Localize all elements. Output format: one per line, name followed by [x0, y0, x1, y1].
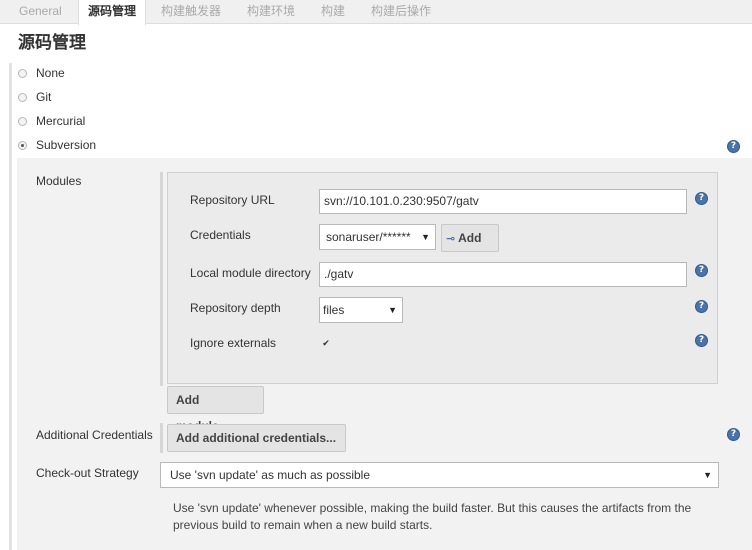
credentials-select[interactable]: sonaruser/****** ▼	[319, 224, 436, 250]
radio-button-selected[interactable]	[18, 140, 27, 150]
chevron-down-icon: ▼	[421, 232, 430, 242]
radio-button[interactable]	[18, 92, 27, 102]
tab-post-build-actions[interactable]: 构建后操作	[362, 0, 440, 24]
local-module-directory-label: Local module directory	[190, 266, 311, 280]
subversion-help-icon[interactable]: ?	[727, 140, 740, 153]
scm-option-git[interactable]: Git	[18, 89, 51, 105]
ignore-externals-help-icon[interactable]: ?	[695, 334, 708, 347]
checkout-strategy-label: Check-out Strategy	[36, 466, 139, 480]
repository-depth-label: Repository depth	[190, 301, 281, 315]
tab-general[interactable]: General	[10, 0, 71, 24]
scm-option-label: None	[36, 66, 65, 80]
tab-bar: General 源码管理 构建触发器 构建环境 构建 构建后操作	[0, 0, 752, 25]
repository-depth-value: files	[323, 303, 345, 317]
key-icon: ⊸	[446, 233, 456, 245]
chevron-down-icon: ▼	[703, 470, 712, 480]
repository-url-input[interactable]: svn://10.101.0.230:9507/gatv	[319, 189, 687, 214]
credentials-label: Credentials	[190, 228, 251, 242]
additional-credentials-label: Additional Credentials	[36, 428, 153, 442]
checkout-strategy-description: Use 'svn update' whenever possible, maki…	[173, 501, 692, 532]
scm-option-label: Git	[36, 90, 52, 104]
scm-option-label: Mercurial	[36, 114, 86, 128]
repository-url-label: Repository URL	[190, 193, 275, 207]
scm-option-none[interactable]: None	[18, 65, 65, 81]
ignore-externals-checkbox[interactable]: ✔	[321, 338, 331, 348]
repository-depth-select[interactable]: files ▼	[319, 297, 403, 323]
add-credentials-label: Add	[458, 231, 482, 245]
add-additional-credentials-button[interactable]: Add additional credentials...	[167, 424, 346, 452]
radio-button[interactable]	[18, 116, 27, 126]
checkout-strategy-select[interactable]: Use 'svn update' as much as possible ▼	[160, 462, 719, 488]
tab-source-code-management[interactable]: 源码管理	[78, 0, 147, 25]
section-indent-bar	[9, 63, 12, 550]
chevron-down-icon: ▼	[388, 305, 397, 315]
tab-build[interactable]: 构建	[312, 0, 354, 24]
credentials-select-value: sonaruser/******	[326, 230, 411, 244]
radio-button[interactable]	[18, 68, 27, 78]
local-module-directory-help-icon[interactable]: ?	[695, 264, 708, 277]
scm-option-label: Subversion	[36, 138, 97, 152]
additional-credentials-indent-bar	[160, 423, 163, 453]
scm-option-mercurial[interactable]: Mercurial	[18, 113, 85, 129]
modules-label: Modules	[36, 174, 82, 188]
local-module-directory-input[interactable]: ./gatv	[319, 262, 687, 287]
repository-depth-help-icon[interactable]: ?	[695, 300, 708, 313]
repository-url-help-icon[interactable]: ?	[695, 192, 708, 205]
add-module-button[interactable]: Add module...	[167, 386, 264, 433]
tab-build-triggers[interactable]: 构建触发器	[152, 0, 230, 24]
ignore-externals-label: Ignore externals	[190, 336, 277, 350]
tab-build-environment[interactable]: 构建环境	[238, 0, 304, 24]
section-title: 源码管理	[18, 33, 86, 52]
scm-option-subversion[interactable]: Subversion	[18, 137, 96, 153]
additional-credentials-help-icon[interactable]: ?	[727, 428, 740, 441]
checkout-strategy-value: Use 'svn update' as much as possible	[170, 468, 371, 482]
add-credentials-button[interactable]: ⊸ Add	[441, 224, 499, 252]
